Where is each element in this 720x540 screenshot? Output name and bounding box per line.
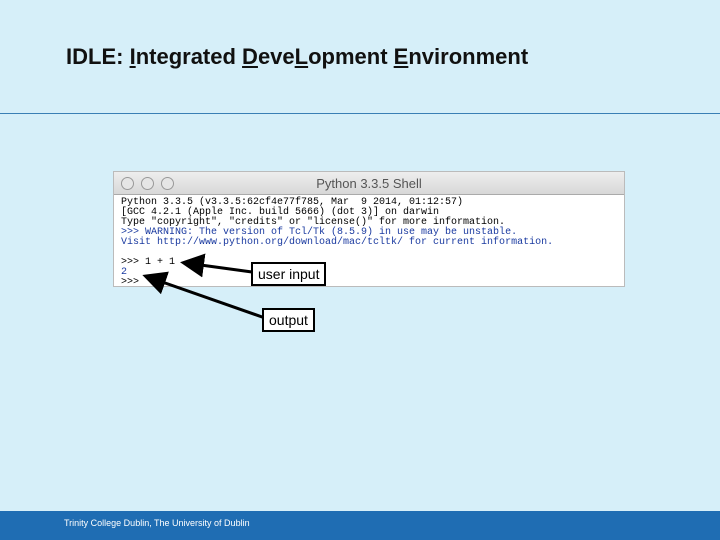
output-arrow [142, 271, 266, 320]
output-label: output [262, 308, 315, 332]
user-input-label: user input [251, 262, 327, 286]
annotation-arrows [142, 253, 266, 320]
footer-bar: Trinity College Dublin, The University o… [0, 511, 720, 540]
footer-text: Trinity College Dublin, The University o… [64, 518, 250, 528]
user-input-arrow [180, 253, 253, 278]
